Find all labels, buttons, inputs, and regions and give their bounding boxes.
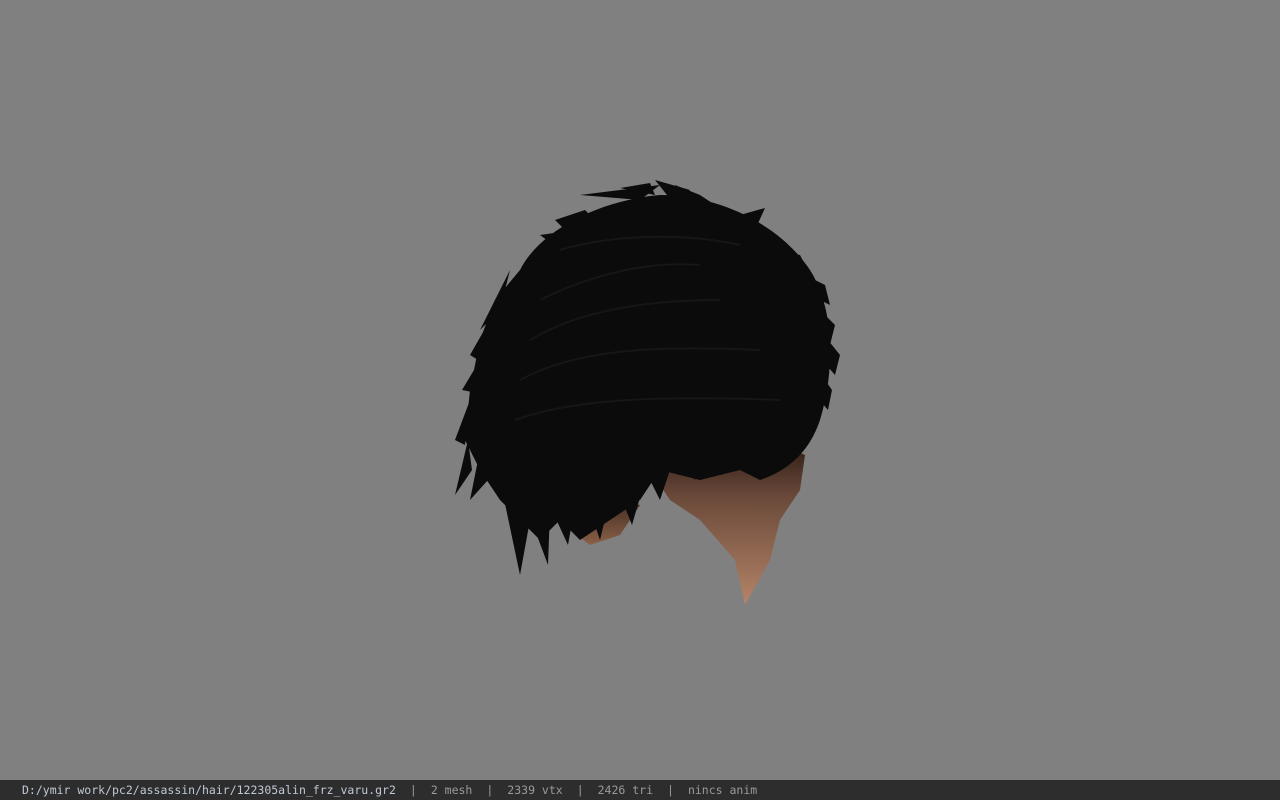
file-path-label: D:/ymir work/pc2/assassin/hair/122305ali… [22, 783, 396, 797]
mesh-count-label: 2 mesh [430, 783, 473, 797]
separator: | [486, 783, 494, 797]
triangle-count-label: 2426 tri [597, 783, 654, 797]
model-viewport[interactable] [0, 0, 1280, 780]
separator: | [409, 783, 417, 797]
vertex-count-label: 2339 vtx [507, 783, 563, 797]
status-bar: D:/ymir work/pc2/assassin/hair/122305ali… [0, 780, 1280, 800]
anim-status-label: nincs anim [687, 783, 758, 797]
separator: | [667, 783, 674, 797]
separator: | [576, 783, 584, 797]
hair-model-render[interactable] [0, 0, 1280, 780]
